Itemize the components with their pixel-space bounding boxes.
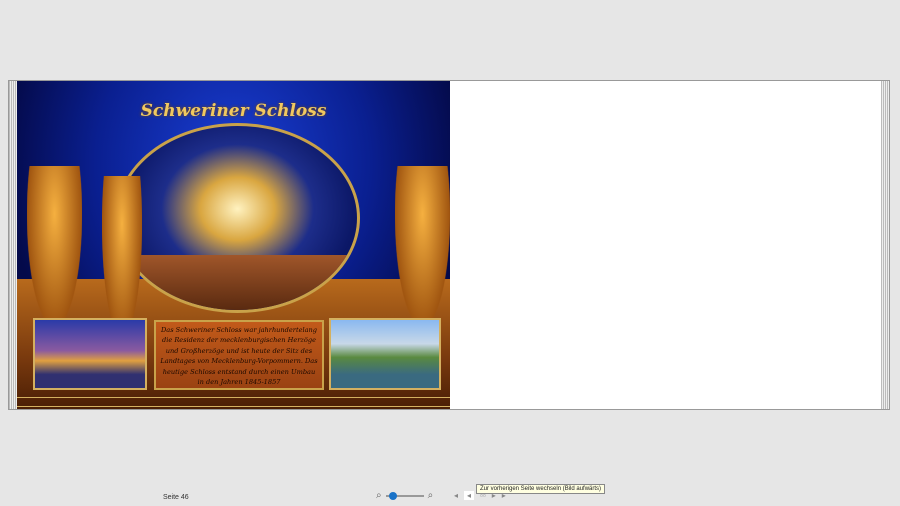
zoom-control: ⌕ ⌕ bbox=[376, 490, 433, 501]
zoom-slider[interactable] bbox=[385, 491, 424, 500]
zoom-slider-thumb[interactable] bbox=[388, 491, 397, 500]
statue-right bbox=[395, 166, 450, 326]
statue-left bbox=[27, 166, 82, 326]
statue-left-2 bbox=[102, 176, 142, 336]
left-page[interactable]: Schweriner Schloss Das Schweriner Schlos… bbox=[17, 81, 450, 409]
first-page-button[interactable]: ◂ bbox=[454, 491, 458, 500]
photo-castle-night bbox=[33, 318, 147, 390]
previous-page-button[interactable]: ◂ bbox=[464, 491, 475, 500]
zoom-out-icon[interactable]: ⌕ bbox=[376, 490, 382, 501]
description-text: Das Schweriner Schloss war jahrhundertel… bbox=[154, 320, 324, 390]
page-title: Schweriner Schloss bbox=[140, 101, 327, 121]
tooltip: Zur vorherigen Seite wechseln (Bild aufw… bbox=[476, 484, 606, 494]
gold-ornament-border bbox=[17, 397, 450, 407]
photo-castle-day bbox=[329, 318, 441, 390]
castle-oval-image bbox=[115, 123, 360, 313]
book-spread: Schweriner Schloss Das Schweriner Schlos… bbox=[8, 80, 890, 410]
page-edge-right bbox=[881, 81, 889, 409]
page-edge-left bbox=[9, 81, 17, 409]
page-indicator: Seite 46 bbox=[163, 494, 189, 501]
zoom-in-icon[interactable]: ⌕ bbox=[428, 490, 434, 501]
